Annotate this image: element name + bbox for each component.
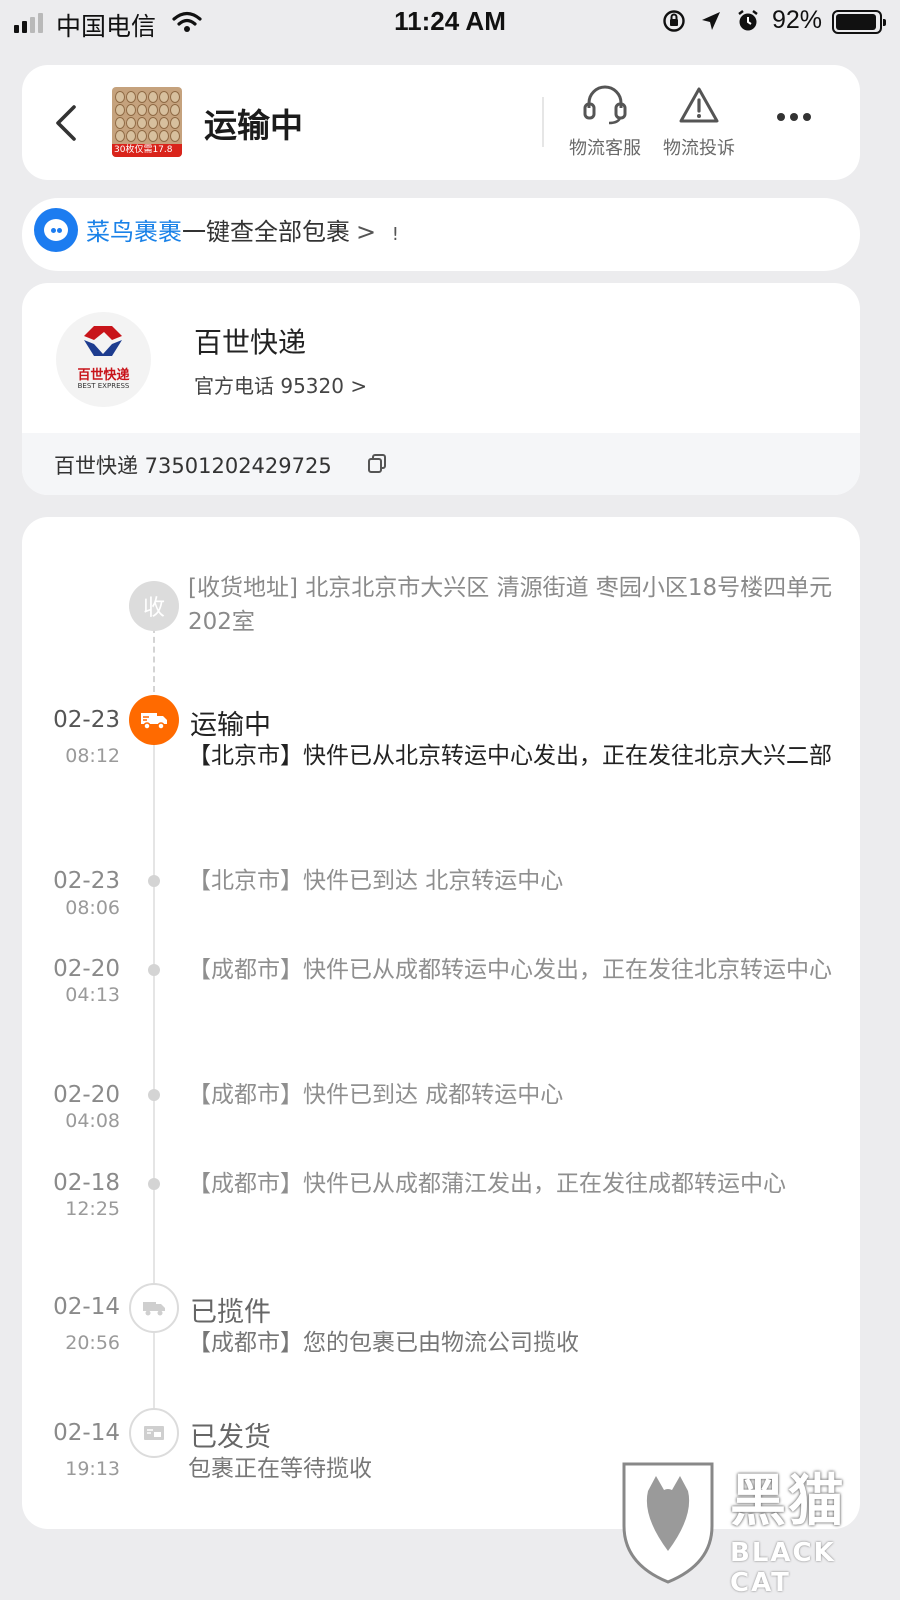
event-time: 08:12 <box>65 745 120 767</box>
complaint-label: 物流投诉 <box>663 138 735 159</box>
event-text: 【成都市】您的包裹已由物流公司揽收 <box>188 1330 579 1356</box>
event-text: 【成都市】快件已从成都转运中心发出，正在发往北京转运中心 <box>188 957 832 983</box>
cat-shield-icon <box>622 1462 714 1584</box>
event-title: 已发货 <box>190 1422 271 1453</box>
watermark-en: BLACK CAT <box>730 1538 836 1598</box>
tracking-bar: 百世快递 73501202429725 <box>22 433 860 495</box>
event-time: 08:06 <box>65 897 120 919</box>
event-title: 运输中 <box>190 710 271 741</box>
truck-icon <box>129 695 179 745</box>
product-thumbnail[interactable]: 30枚仅需17.8 <box>112 87 182 157</box>
timeline-connector <box>153 627 155 692</box>
courier-phone-link[interactable]: 官方电话 95320 > <box>194 370 367 399</box>
event-date: 02-14 <box>53 1294 120 1320</box>
timeline-dot <box>148 964 160 976</box>
event-date: 02-14 <box>53 1420 120 1446</box>
courier-name: 百世快递 <box>194 326 307 359</box>
alarm-icon <box>736 9 760 37</box>
status-bar: 中国电信 11:24 AM 92% <box>0 0 900 46</box>
courier-card: 百世快递 BEST EXPRESS 百世快递 官方电话 95320 > 百世快递… <box>22 283 860 495</box>
divider <box>542 97 544 147</box>
timeline-card: 收 [收货地址] 北京北京市大兴区 清源街道 枣园小区18号楼四单元202室 0… <box>22 517 860 1529</box>
event-date: 02-20 <box>53 1082 120 1108</box>
cainiao-logo-icon <box>34 208 78 252</box>
cainiao-brand: 菜鸟裹裹 <box>86 218 182 246</box>
tracking-number: 百世快递 73501202429725 <box>54 454 332 478</box>
cainiao-text: 一键查全部包裹 <box>182 218 350 246</box>
event-text: 【北京市】快件已到达 北京转运中心 <box>188 868 564 894</box>
cainiao-link[interactable]: 菜鸟裹裹一键查全部包裹 > ! <box>86 212 399 247</box>
timeline-dot <box>148 1178 160 1190</box>
address-badge: 收 <box>129 581 179 631</box>
event-date: 02-23 <box>53 707 120 733</box>
chevron-right-icon: > <box>356 218 377 246</box>
event-date: 02-18 <box>53 1170 120 1196</box>
customer-service-label: 物流客服 <box>569 138 641 159</box>
cainiao-banner[interactable]: 菜鸟裹裹一键查全部包裹 > ! <box>22 198 860 271</box>
rotation-lock-icon <box>662 9 686 37</box>
event-time: 04:08 <box>65 1110 120 1132</box>
page-title: 运输中 <box>204 106 303 145</box>
thumbnail-price-tag: 30枚仅需17.8 <box>112 144 182 157</box>
event-text: 【成都市】快件已到达 成都转运中心 <box>188 1082 564 1108</box>
event-time: 04:13 <box>65 984 120 1006</box>
event-time: 19:13 <box>65 1458 120 1480</box>
event-date: 02-23 <box>53 868 120 894</box>
courier-logo: 百世快递 BEST EXPRESS <box>56 312 151 407</box>
best-express-mark-icon <box>84 326 122 356</box>
complaint-button[interactable]: 物流投诉 <box>654 83 744 160</box>
more-dots-icon[interactable] <box>777 113 811 121</box>
event-date: 02-20 <box>53 956 120 982</box>
event-title: 已揽件 <box>190 1297 271 1328</box>
chevron-left-icon[interactable] <box>48 101 88 145</box>
event-text: 【北京市】快件已从北京转运中心发出，正在发往北京大兴二部 <box>188 743 832 769</box>
customer-service-button[interactable]: 物流客服 <box>560 83 650 160</box>
courier-logo-cn: 百世快递 <box>77 368 130 383</box>
event-time: 12:25 <box>65 1198 120 1220</box>
pickup-truck-icon <box>129 1283 179 1333</box>
delivery-address: [收货地址] 北京北京市大兴区 清源街道 枣园小区18号楼四单元202室 <box>188 575 833 635</box>
clock: 11:24 AM <box>394 6 506 36</box>
warning-triangle-icon <box>654 83 744 127</box>
event-text: 【成都市】快件已从成都蒲江发出，正在发往成都转运中心 <box>188 1171 786 1197</box>
watermark-cn: 黑猫 <box>730 1469 846 1534</box>
header-card: 30枚仅需17.8 运输中 物流客服 物流投诉 <box>22 65 860 180</box>
headset-icon <box>560 83 650 127</box>
battery-icon <box>832 10 886 34</box>
package-icon <box>129 1408 179 1458</box>
location-arrow-icon <box>700 10 722 36</box>
event-time: 20:56 <box>65 1332 120 1354</box>
timeline-dot <box>148 1089 160 1101</box>
courier-logo-en: BEST EXPRESS <box>77 382 130 390</box>
timeline-dot <box>148 875 160 887</box>
black-cat-watermark: 黑猫 BLACK CAT <box>618 1456 888 1598</box>
battery-percent: 92% <box>772 6 823 34</box>
cainiao-suffix: ! <box>391 224 399 245</box>
copy-icon[interactable] <box>366 453 388 479</box>
